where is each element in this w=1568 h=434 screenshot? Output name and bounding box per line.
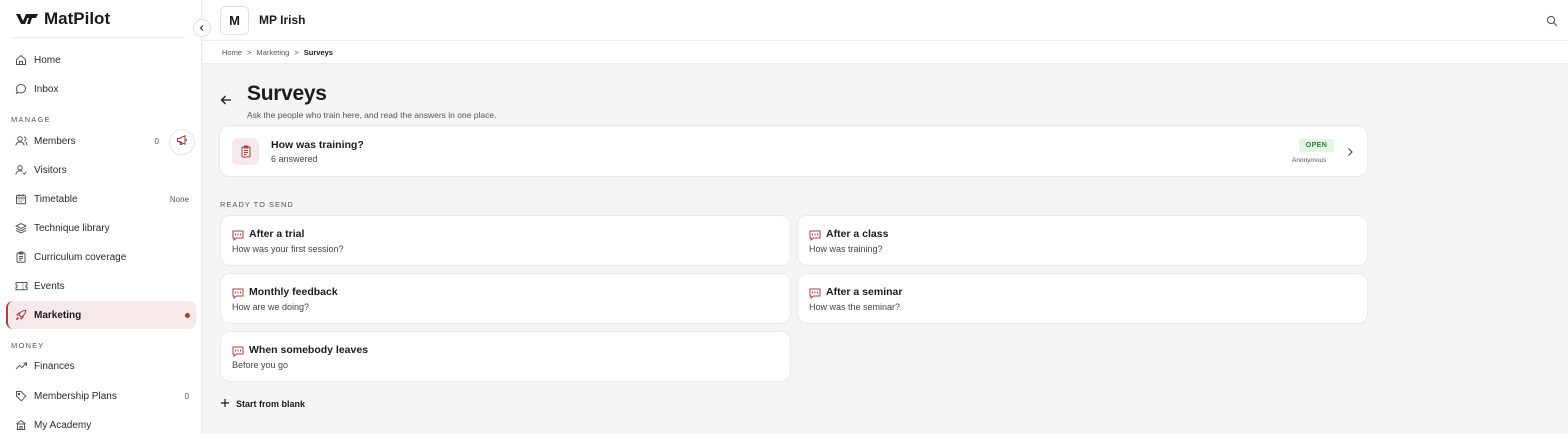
sidebar-item-events[interactable]: Events [6, 272, 196, 300]
collapse-sidebar-button[interactable] [193, 19, 211, 37]
template-card-after-class[interactable]: After a class How was training? [797, 215, 1368, 266]
home-icon [14, 53, 28, 67]
sidebar-item-home[interactable]: Home [6, 46, 196, 74]
survey-visibility: Anonymous [1292, 157, 1327, 164]
matpilot-logo-icon [16, 12, 38, 26]
sidebar-item-label: Home [34, 54, 61, 66]
template-title: After a class [826, 228, 889, 240]
breadcrumb-home[interactable]: Home [222, 48, 242, 57]
template-card-after-trial[interactable]: After a trial How was your first session… [220, 215, 791, 266]
visitors-icon [14, 163, 28, 177]
topbar: M MP Irish [203, 0, 1568, 41]
clipboard-icon [14, 250, 28, 264]
template-card-when-leaves[interactable]: When somebody leaves Before you go [220, 331, 791, 382]
section-label-manage: MANAGE [11, 115, 51, 124]
sidebar-item-my-academy[interactable]: My Academy [6, 411, 196, 434]
chevron-right-icon [1345, 145, 1355, 163]
start-from-blank-label: Start from blank [236, 399, 306, 409]
sidebar-item-marketing[interactable]: Marketing [6, 301, 196, 329]
sidebar-item-technique-library[interactable]: Technique library [6, 214, 196, 242]
membership-plans-count: 0 [184, 391, 189, 401]
template-card-after-seminar[interactable]: After a seminar How was the seminar? [797, 273, 1368, 324]
org-name[interactable]: MP Irish [259, 13, 305, 27]
active-survey-card[interactable]: How was training? 6 answered OPEN Anonym… [219, 125, 1368, 177]
megaphone-icon [176, 133, 188, 151]
announce-button[interactable] [169, 129, 195, 155]
template-title: After a seminar [826, 286, 903, 298]
survey-title: How was training? [271, 139, 364, 151]
sidebar-item-curriculum-coverage[interactable]: Curriculum coverage [6, 243, 196, 271]
breadcrumb-marketing[interactable]: Marketing [256, 48, 289, 57]
sidebar-item-members[interactable]: Members 0 [6, 127, 166, 155]
breadcrumb: Home > Marketing > Surveys [203, 41, 1568, 64]
members-icon [14, 134, 28, 148]
sidebar-item-label: Members [34, 135, 76, 147]
calendar-icon [14, 192, 28, 206]
template-desc: How was the seminar? [809, 302, 901, 312]
breadcrumb-separator: > [294, 47, 299, 57]
search-icon[interactable] [1546, 14, 1558, 32]
section-label-money: MONEY [11, 341, 45, 350]
sidebar-item-membership-plans[interactable]: Membership Plans 0 [6, 382, 196, 410]
sidebar-item-timetable[interactable]: Timetable None [6, 185, 196, 213]
sidebar-item-label: Finances [34, 360, 75, 372]
plus-icon [220, 398, 230, 410]
trend-icon [14, 359, 28, 373]
breadcrumb-separator: > [247, 47, 252, 57]
sidebar-item-label: Marketing [34, 309, 82, 321]
breadcrumb-current: Surveys [303, 47, 333, 57]
start-from-blank-button[interactable]: Start from blank [220, 398, 305, 410]
notification-dot [185, 312, 190, 318]
sidebar-item-label: Curriculum coverage [34, 251, 127, 263]
clipboard-icon [232, 138, 259, 165]
status-badge: OPEN [1299, 139, 1334, 152]
template-card-monthly-feedback[interactable]: Monthly feedback How are we doing? [220, 273, 791, 324]
timetable-count: None [169, 194, 189, 204]
academy-icon [14, 418, 28, 432]
sidebar: MatPilot Home Inbox MANAGE Members 0 Vis… [0, 0, 202, 434]
template-desc: How are we doing? [232, 302, 310, 312]
template-title: When somebody leaves [249, 344, 369, 356]
org-avatar[interactable]: M [220, 6, 249, 35]
chevron-left-icon [198, 19, 206, 37]
template-title: Monthly feedback [249, 286, 338, 298]
section-label-ready: READY TO SEND [220, 200, 294, 209]
sidebar-item-label: Technique library [34, 222, 110, 234]
page-subtitle: Ask the people who train here, and read … [247, 110, 497, 120]
rocket-icon [14, 308, 28, 322]
sidebar-item-label: My Academy [34, 419, 92, 431]
ticket-icon [14, 279, 28, 293]
page-title: Surveys [247, 82, 327, 105]
sidebar-item-inbox[interactable]: Inbox [6, 75, 196, 103]
brand[interactable]: MatPilot [16, 9, 110, 29]
template-desc: Before you go [232, 360, 289, 370]
layers-icon [14, 221, 28, 235]
inbox-icon [14, 82, 28, 96]
sidebar-item-label: Membership Plans [34, 390, 117, 402]
sidebar-item-label: Events [34, 280, 65, 292]
back-arrow-icon[interactable] [219, 93, 233, 112]
template-desc: How was training? [809, 244, 883, 254]
survey-answered: 6 answered [271, 154, 318, 164]
sidebar-item-visitors[interactable]: Visitors [6, 156, 196, 184]
sidebar-item-label: Visitors [34, 164, 67, 176]
brand-name: MatPilot [44, 9, 111, 28]
members-count: 0 [154, 136, 159, 146]
sidebar-item-label: Inbox [34, 83, 59, 95]
template-title: After a trial [249, 228, 305, 240]
tag-icon [14, 389, 28, 403]
sidebar-item-label: Timetable [34, 193, 78, 205]
brand-divider [12, 37, 185, 38]
sidebar-item-finances[interactable]: Finances [6, 352, 196, 380]
template-desc: How was your first session? [232, 244, 344, 254]
